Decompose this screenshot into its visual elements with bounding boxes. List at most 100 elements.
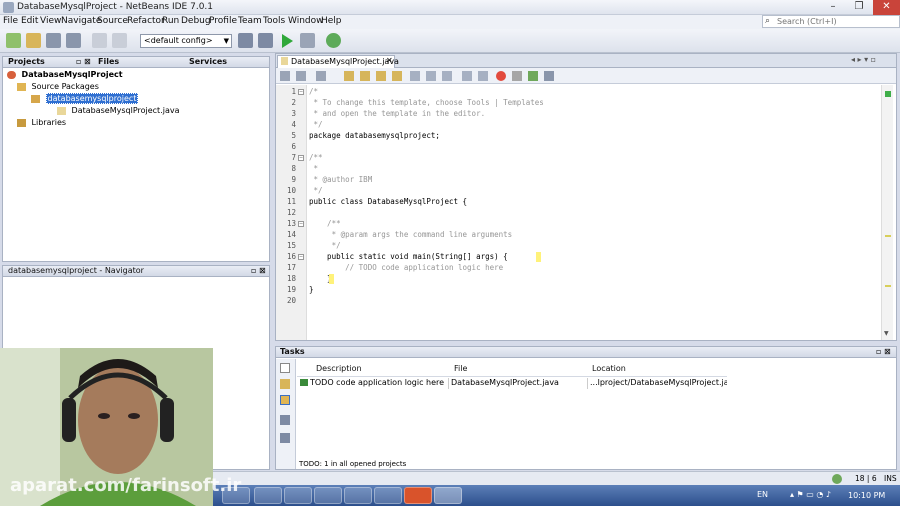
title-bar: DatabaseMysqlProject - NetBeans IDE 7.0.… — [0, 0, 900, 15]
col-location[interactable]: Location — [592, 364, 626, 373]
menu-debug[interactable]: Debug — [181, 16, 211, 26]
tree-libraries-node[interactable]: Libraries — [17, 118, 66, 127]
profile-icon[interactable] — [326, 33, 341, 48]
editor-tab[interactable]: DatabaseMysqlProject.java ✕ — [277, 55, 399, 68]
run-icon[interactable] — [282, 34, 293, 48]
powerpoint-taskbar-icon[interactable] — [404, 487, 432, 504]
menu-team[interactable]: Team — [238, 16, 262, 26]
col-description[interactable]: Description — [316, 364, 362, 373]
minimize-button[interactable]: – — [820, 0, 846, 15]
menu-profile[interactable]: Profile — [209, 16, 237, 26]
line-number: 6 — [291, 142, 296, 151]
menu-source[interactable]: Source — [97, 16, 128, 26]
save-all-icon[interactable] — [66, 33, 81, 48]
shift-right-icon[interactable] — [426, 71, 436, 81]
new-file-icon[interactable] — [6, 33, 21, 48]
maximize-button[interactable]: ❐ — [846, 0, 872, 15]
menu-view[interactable]: View — [40, 16, 61, 26]
task-marker[interactable] — [885, 285, 891, 287]
tab-services[interactable]: Services — [189, 57, 227, 66]
debug-icon[interactable] — [300, 33, 315, 48]
find-icon[interactable] — [344, 71, 354, 81]
tab-projects[interactable]: Projects — [8, 57, 45, 66]
close-button[interactable]: ✕ — [873, 0, 900, 15]
scroll-down-icon[interactable]: ▼ — [884, 330, 889, 337]
undo-icon[interactable] — [92, 33, 107, 48]
table-row[interactable]: TODO code application logic here Databas… — [298, 376, 728, 389]
explorer-taskbar-icon[interactable] — [284, 487, 312, 504]
code-line: * — [309, 164, 319, 173]
clock[interactable]: 10:10 PM — [848, 491, 885, 500]
clean-build-icon[interactable] — [258, 33, 273, 48]
record-macro-icon[interactable] — [496, 71, 506, 81]
current-file-icon[interactable] — [280, 363, 290, 373]
code-area[interactable]: /* * To change this template, choose Too… — [309, 85, 879, 340]
language-indicator[interactable]: EN — [757, 490, 768, 499]
stop-macro-icon[interactable] — [512, 71, 522, 81]
diff-icon[interactable] — [544, 71, 554, 81]
minimize-panel-icon[interactable]: ▫ ⊠ — [251, 266, 266, 275]
back-icon[interactable] — [296, 71, 306, 81]
tree-package-node[interactable]: databasemysqlproject — [31, 93, 139, 104]
start-macro-icon[interactable] — [528, 71, 538, 81]
redo-icon[interactable] — [112, 33, 127, 48]
config-select[interactable]: <default config> ▼ — [140, 34, 232, 48]
menu-run[interactable]: Run — [162, 16, 179, 26]
menu-help[interactable]: Help — [321, 16, 342, 26]
filter-icon[interactable] — [280, 415, 290, 425]
toggle-highlight-icon[interactable] — [392, 71, 402, 81]
forward-icon[interactable] — [316, 71, 326, 81]
menu-window[interactable]: Window — [288, 16, 324, 26]
menu-refactor[interactable]: Refactor — [127, 16, 165, 26]
fold-toggle-icon[interactable]: − — [298, 221, 304, 227]
bookmark-icon[interactable] — [442, 71, 452, 81]
minimize-panel-icon[interactable]: ▫ ⊠ — [76, 57, 91, 66]
open-project-icon[interactable] — [46, 33, 61, 48]
line-number: 2 — [291, 98, 296, 107]
line-number: 14 — [286, 230, 296, 239]
col-file[interactable]: File — [454, 364, 467, 373]
minimize-panel-icon[interactable]: ▫ ⊠ — [876, 347, 891, 356]
menu-file[interactable]: File — [3, 16, 18, 26]
notifications-icon[interactable] — [832, 474, 842, 484]
tree-source-packages[interactable]: Source Packages — [17, 82, 99, 91]
menu-navigate[interactable]: Navigate — [61, 16, 101, 26]
shift-left-icon[interactable] — [410, 71, 420, 81]
search-input[interactable] — [777, 16, 895, 27]
tray-icons[interactable]: ▴ ⚑ ▭ ◔ ♪ — [790, 490, 831, 499]
open-projects-icon[interactable] — [280, 379, 290, 389]
tab-files[interactable]: Files — [98, 57, 119, 66]
app-taskbar-icon[interactable] — [254, 487, 282, 504]
uncomment-icon[interactable] — [478, 71, 488, 81]
line-number: 9 — [291, 175, 296, 184]
tree-project-node[interactable]: DatabaseMysqlProject — [7, 70, 123, 79]
folder-icon — [17, 82, 26, 91]
all-projects-icon[interactable] — [280, 395, 290, 405]
notepad-taskbar-icon[interactable] — [344, 487, 372, 504]
fold-toggle-icon[interactable]: − — [298, 254, 304, 260]
menu-tools[interactable]: Tools — [263, 16, 285, 26]
search-box[interactable]: ⌕ — [762, 15, 900, 28]
comment-icon[interactable] — [462, 71, 472, 81]
tab-scroll-icons[interactable]: ◂ ▸ ▾ ▫ — [851, 55, 876, 64]
source-history-icon[interactable] — [280, 71, 290, 81]
close-tab-icon[interactable]: ✕ — [386, 56, 393, 65]
fold-toggle-icon[interactable]: − — [298, 155, 304, 161]
editor-scrollbar[interactable]: ▼ — [881, 85, 893, 340]
tasks-filter-sidebar — [276, 359, 296, 469]
box-taskbar-icon[interactable] — [374, 487, 402, 504]
find-next-icon[interactable] — [376, 71, 386, 81]
task-description: TODO code application logic here — [310, 378, 445, 387]
new-project-icon[interactable] — [26, 33, 41, 48]
find-prev-icon[interactable] — [360, 71, 370, 81]
config-value: <default config> — [144, 36, 213, 45]
group-by-icon[interactable] — [280, 433, 290, 443]
tree-file-node[interactable]: DatabaseMysqlProject.java — [57, 106, 180, 115]
fold-toggle-icon[interactable]: − — [298, 89, 304, 95]
task-marker[interactable] — [885, 235, 891, 237]
media-taskbar-icon[interactable] — [314, 487, 342, 504]
build-icon[interactable] — [238, 33, 253, 48]
menu-edit[interactable]: Edit — [21, 16, 38, 26]
netbeans-taskbar-icon[interactable] — [434, 487, 462, 504]
line-number: 1 — [291, 87, 296, 96]
